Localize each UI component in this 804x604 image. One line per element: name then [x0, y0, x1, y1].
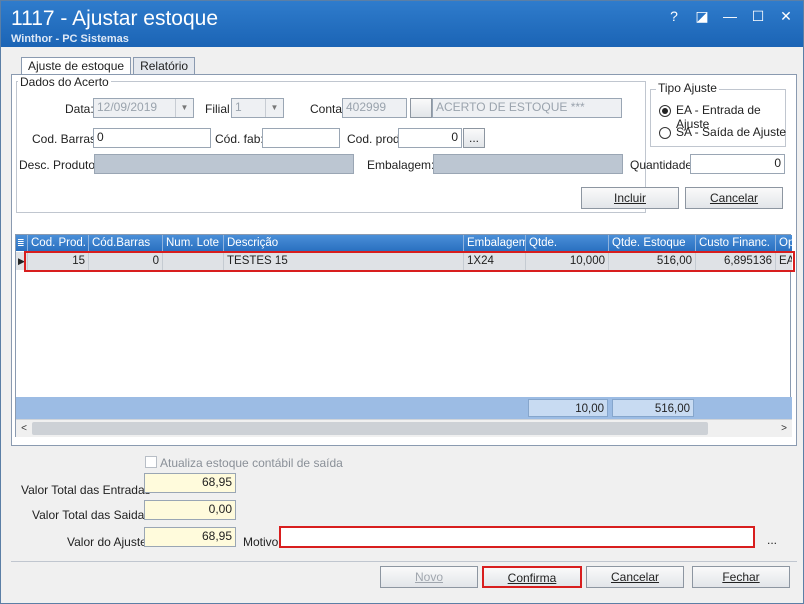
valor-saidas-field: 0,00	[144, 500, 236, 520]
atualiza-estoque-checkbox[interactable]	[145, 456, 157, 468]
col-op[interactable]: Op	[776, 235, 792, 251]
cod-fab-label: Cód. fab:	[215, 132, 264, 146]
cod-prod-lookup-button[interactable]: ...	[463, 128, 485, 148]
cod-fab-input[interactable]	[262, 128, 340, 148]
col-cod-barras[interactable]: Cód.Barras	[89, 235, 163, 251]
atualiza-estoque-label: Atualiza estoque contábil de saída	[160, 456, 343, 470]
restore-icon[interactable]: ◪	[693, 7, 711, 25]
cancelar-top-label: Cancelar	[709, 191, 759, 205]
close-icon[interactable]: ✕	[777, 7, 795, 25]
valor-entradas-field: 68,95	[144, 473, 236, 493]
novo-label: Novo	[414, 570, 443, 584]
filial-field[interactable]: 1 ▼	[231, 98, 284, 118]
embalagem-field	[433, 154, 623, 174]
help-icon[interactable]: ?	[665, 7, 683, 25]
scroll-left-icon[interactable]: <	[16, 421, 32, 437]
window-title: 1117 - Ajustar estoque	[11, 7, 219, 30]
tab-strip: Ajuste de estoque Relatório	[21, 57, 197, 76]
data-value: 12/09/2019	[97, 100, 158, 114]
row-highlight-box	[24, 251, 795, 272]
filial-value: 1	[235, 100, 242, 114]
cancelar-label: Cancelar	[610, 570, 660, 584]
cod-prod-input[interactable]: 0	[398, 128, 462, 148]
grid-header: ≣ Cod. Prod. Cód.Barras Num. Lote Descri…	[16, 235, 792, 251]
col-qtde[interactable]: Qtde.	[526, 235, 609, 251]
dados-acerto-title: Dados do Acerto	[18, 75, 111, 89]
quantidade-input[interactable]: 0	[690, 154, 785, 174]
confirma-button[interactable]: Confirma	[482, 566, 582, 588]
filial-label: Filial	[205, 102, 230, 116]
novo-button[interactable]: Novo	[380, 566, 478, 588]
col-embalagem[interactable]: Embalagem	[464, 235, 526, 251]
incluir-label: Incluir	[613, 191, 646, 205]
radio-saida-ajuste[interactable]	[659, 127, 671, 139]
scroll-right-icon[interactable]: >	[776, 421, 792, 437]
motivo-more-button[interactable]: ...	[767, 533, 777, 547]
radio-saida-label[interactable]: SA - Saída de Ajuste	[676, 125, 786, 139]
motivo-input[interactable]	[279, 526, 755, 548]
fechar-label: Fechar	[722, 570, 760, 584]
tipo-ajuste-title: Tipo Ajuste	[656, 81, 719, 95]
scroll-thumb[interactable]	[32, 422, 708, 435]
embalagem-label: Embalagem:	[367, 158, 435, 172]
cancelar-button[interactable]: Cancelar	[586, 566, 684, 588]
radio-entrada-ajuste[interactable]	[659, 105, 671, 117]
total-qtde-estoque: 516,00	[612, 399, 694, 417]
incluir-button[interactable]: Incluir	[581, 187, 679, 209]
window-subtitle: Winthor - PC Sistemas	[11, 33, 129, 45]
grid-menu-icon[interactable]: ≣	[16, 235, 28, 251]
data-label: Data:	[65, 102, 94, 116]
conta-label: Conta	[310, 102, 343, 116]
desc-produto-label: Desc. Produto:	[19, 158, 99, 172]
cod-barras-input[interactable]: 0	[93, 128, 211, 148]
data-field[interactable]: 12/09/2019 ▼	[93, 98, 194, 118]
cod-barras-label: Cod. Barras:	[32, 132, 100, 146]
col-cod-prod[interactable]: Cod. Prod.	[28, 235, 89, 251]
tab-relatorio[interactable]: Relatório	[133, 57, 196, 75]
fechar-button[interactable]: Fechar	[692, 566, 790, 588]
cod-prod-label: Cod. prod	[347, 132, 400, 146]
valor-ajuste-field: 68,95	[144, 527, 236, 547]
conta-lookup-button[interactable]	[410, 98, 432, 118]
motivo-label: Motivo	[243, 535, 279, 549]
minimize-icon[interactable]: —	[721, 7, 739, 25]
conta-field[interactable]: 402999	[342, 98, 407, 118]
col-custo-financ[interactable]: Custo Financ.	[696, 235, 776, 251]
chevron-down-icon[interactable]: ▼	[265, 99, 283, 117]
col-descricao[interactable]: Descrição	[224, 235, 464, 251]
horizontal-scrollbar[interactable]: < >	[16, 419, 792, 437]
desc-produto-field	[94, 154, 354, 174]
col-qtde-estoque[interactable]: Qtde. Estoque	[609, 235, 696, 251]
grid-footer-totals: 10,00 516,00	[16, 397, 792, 419]
col-num-lote[interactable]: Num. Lote	[163, 235, 224, 251]
chevron-down-icon[interactable]: ▼	[175, 99, 193, 117]
cancelar-top-button[interactable]: Cancelar	[685, 187, 783, 209]
title-bar[interactable]: 1117 - Ajustar estoque Winthor - PC Sist…	[1, 1, 803, 47]
valor-saidas-label: Valor Total das Saidas	[32, 508, 151, 522]
maximize-icon[interactable]: ☐	[749, 7, 767, 25]
confirma-label: Confirma	[507, 571, 557, 585]
total-qtde: 10,00	[528, 399, 608, 417]
quantidade-label: Quantidade	[630, 158, 693, 172]
valor-entradas-label: Valor Total das Entradas	[21, 483, 151, 497]
valor-ajuste-label: Valor do Ajuste	[67, 535, 147, 549]
conta-description: ACERTO DE ESTOQUE ***	[432, 98, 622, 118]
main-window: 1117 - Ajustar estoque Winthor - PC Sist…	[0, 0, 804, 604]
